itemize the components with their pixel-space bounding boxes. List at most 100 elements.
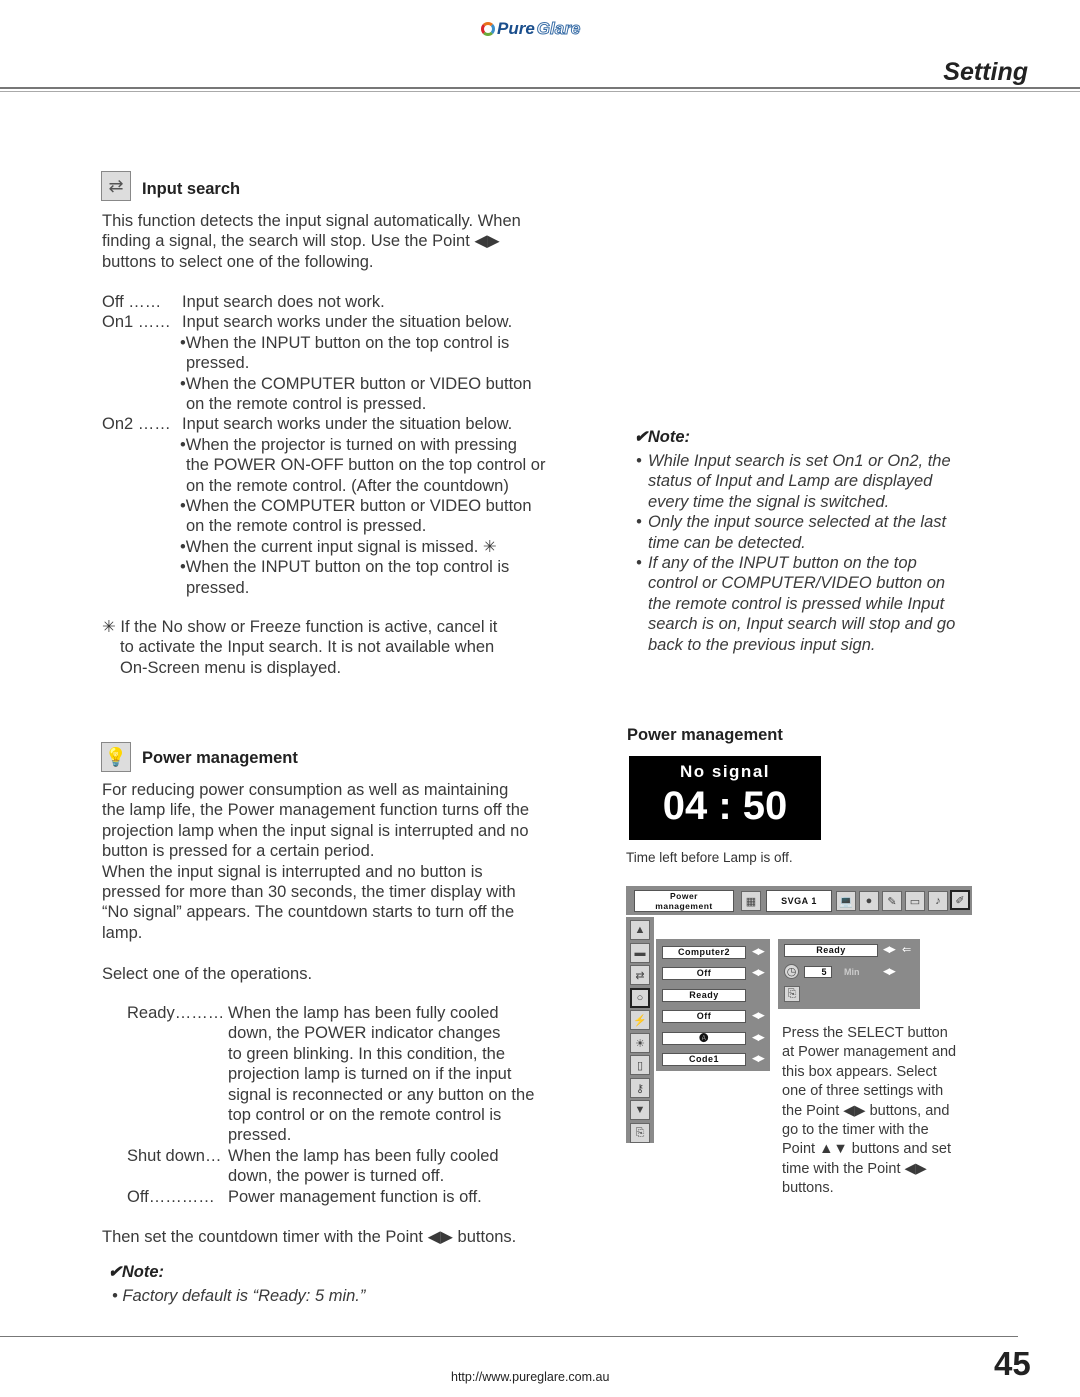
osd-arrows-icon[interactable]: ◀▶: [752, 967, 765, 978]
osd-value-input-search[interactable]: Off: [662, 967, 746, 980]
note-title: ✔Note:: [634, 428, 690, 446]
description-line: this box appears. Select: [782, 1063, 937, 1080]
description-line: Press the SELECT button: [782, 1025, 948, 1041]
exit-icon[interactable]: ⎘: [630, 1123, 650, 1143]
option-off: Off …… Input search does not work.: [102, 292, 582, 312]
operation-line: When the lamp has been fully cooled: [228, 1004, 499, 1022]
note-item: • If any of the INPUT button on the top …: [636, 554, 956, 654]
note-item: • Only the input source selected at the …: [636, 513, 947, 552]
header-rule: [0, 87, 1080, 89]
osd-menu-label-line: management: [655, 901, 713, 911]
osd-source-label: SVGA 1: [766, 890, 832, 912]
header-rule-thin: [0, 91, 1080, 92]
osd-value-lamp-control[interactable]: 🅐: [662, 1032, 746, 1045]
security-key-icon[interactable]: ⚷: [630, 1078, 650, 1098]
logo-ring-icon: [481, 22, 495, 36]
osd-description: Press the SELECT button at Power managem…: [782, 1024, 956, 1199]
osd-power-mode[interactable]: Ready: [784, 944, 878, 957]
osd-arrows-icon[interactable]: ◀▶: [752, 946, 765, 957]
screen-icon[interactable]: ▭: [905, 891, 925, 911]
figure-title: Power management: [627, 726, 783, 744]
pureglare-logo: Pure Glare: [481, 18, 581, 40]
intro-line: button is pressed for a certain period.: [102, 842, 375, 861]
operation-term: Ready………: [127, 1004, 225, 1022]
osd-arrows-icon[interactable]: ◀▶: [752, 1010, 765, 1021]
osd-arrows-icon[interactable]: ◀▶: [883, 966, 896, 977]
select-line: Select one of the operations.: [102, 964, 313, 983]
osd-settings-list: Computer2 ◀▶ Off ◀▶ Ready Off ◀▶ 🅐 ◀▶ Co…: [656, 939, 770, 1071]
osd-arrows-icon[interactable]: ◀▶: [752, 1053, 765, 1064]
input-search-intro: This function detects the input signal a…: [102, 211, 582, 272]
note-title: ✔Note:: [108, 1263, 164, 1281]
osd-value-input[interactable]: Computer2: [662, 946, 746, 959]
bullet-line: •When the current input signal is missed…: [180, 537, 497, 556]
scroll-up-icon[interactable]: ▲: [630, 920, 650, 940]
bullet-line: •When the COMPUTER button or VIDEO butto…: [180, 374, 532, 393]
bullet-line: on the remote control is pressed.: [186, 395, 427, 414]
osd-power-submenu: Ready ◀▶ ⇐ ◷ 5 Min ◀▶ ⎘: [778, 939, 920, 1009]
option-term: On1 ……: [102, 313, 171, 332]
lamp-control-icon[interactable]: ☀: [630, 1033, 650, 1053]
bullet-line: pressed.: [186, 354, 250, 373]
description-line: Point ▲▼ buttons and set: [782, 1141, 951, 1158]
option-desc: Input search works under the situation b…: [182, 415, 513, 434]
operation-off: Off………… Power management function is off…: [127, 1187, 577, 1207]
osd-arrows-icon[interactable]: ◀▶: [752, 1032, 765, 1043]
operation-line: projection lamp is turned on if the inpu…: [228, 1065, 512, 1084]
footer-url[interactable]: http://www.pureglare.com.au: [451, 1370, 609, 1384]
intro-line: buttons to select one of the following.: [102, 252, 374, 271]
option-desc: Input search works under the situation b…: [182, 313, 513, 332]
note-line: status of Input and Lamp are displayed: [648, 472, 933, 491]
operation-line: Power management function is off.: [228, 1187, 482, 1206]
intro-line: finding a signal, the search will stop. …: [102, 232, 500, 251]
input-search-title: Input search: [142, 180, 241, 198]
no-signal-label: No signal: [679, 762, 770, 781]
operation-shutdown: Shut down… When the lamp has been fully …: [127, 1146, 577, 1187]
option-bullets: •When the INPUT button on the top contro…: [102, 333, 582, 415]
osd-timer-value[interactable]: 5: [804, 966, 832, 978]
osd-top-bar: Power management ▦ SVGA 1 💻 ● ✎ ▭ ♪ ✐: [626, 886, 972, 915]
input-search-icon[interactable]: ⇄: [630, 965, 650, 985]
option-term: On2 ……: [102, 415, 171, 434]
sound-icon[interactable]: ♪: [928, 891, 948, 911]
description-line: at Power management and: [782, 1044, 957, 1061]
pc-adjust-icon[interactable]: 💻: [836, 891, 856, 911]
footnote-line: to activate the Input search. It is not …: [120, 638, 495, 657]
bullet-line: the POWER ON-OFF button on the top contr…: [186, 456, 546, 475]
input-search-footnote: ✳ If the No show or Freeze function is a…: [102, 617, 582, 678]
bullet-line: •When the projector is turned on with pr…: [180, 435, 517, 454]
intro-line: When the input signal is interrupted and…: [102, 862, 483, 881]
power-management-icon[interactable]: ○: [630, 988, 650, 1008]
note-line: every time the signal is switched.: [648, 492, 890, 511]
exit-icon[interactable]: ⎘: [784, 986, 800, 1002]
option-on1: On1 …… Input search works under the situa…: [102, 312, 582, 332]
remote-control-icon[interactable]: ▯: [630, 1055, 650, 1075]
note-line: search is on, Input search will stop and…: [648, 615, 956, 634]
input-search-options: Off …… Input search does not work. On1 ………: [102, 292, 582, 598]
note-line: the remote control is pressed while Inpu…: [648, 594, 945, 613]
setting-icon[interactable]: ✐: [950, 890, 970, 910]
section-title: Setting: [943, 58, 1028, 86]
osd-value-direct-on[interactable]: Off: [662, 1010, 746, 1023]
note-line: While Input search is set On1 or On2, th…: [648, 452, 951, 470]
description-line: the Point ◀▶ buttons, and: [782, 1102, 950, 1119]
note-line: back to the previous input sign.: [648, 635, 876, 654]
osd-value-power-management[interactable]: Ready: [662, 989, 746, 1002]
osd-arrows-icon[interactable]: ◀▶: [883, 944, 896, 955]
power-management-intro: For reducing power consumption as well a…: [102, 780, 582, 984]
footnote-line: ✳ If the No show or Freeze function is a…: [102, 618, 498, 636]
note-item: • While Input search is set On1 or On2, …: [636, 452, 951, 511]
operation-line: When the lamp has been fully cooled: [228, 1146, 499, 1165]
bullet-line: •When the INPUT button on the top contro…: [180, 558, 510, 577]
input-source-icon[interactable]: ▦: [741, 891, 761, 911]
osd-value-remote-control[interactable]: Code1: [662, 1053, 746, 1066]
image-adjust-icon[interactable]: ✎: [882, 891, 902, 911]
description-line: buttons.: [782, 1180, 834, 1197]
option-bullets: •When the projector is turned on with pr…: [102, 435, 582, 598]
clock-icon: ◷: [784, 964, 799, 979]
operation-line: signal is reconnected or any button on t…: [228, 1085, 535, 1104]
input-icon[interactable]: ▬: [630, 943, 650, 963]
scroll-down-icon[interactable]: ▼: [630, 1100, 650, 1120]
image-select-icon[interactable]: ●: [859, 891, 879, 911]
direct-on-icon[interactable]: ⚡: [630, 1010, 650, 1030]
